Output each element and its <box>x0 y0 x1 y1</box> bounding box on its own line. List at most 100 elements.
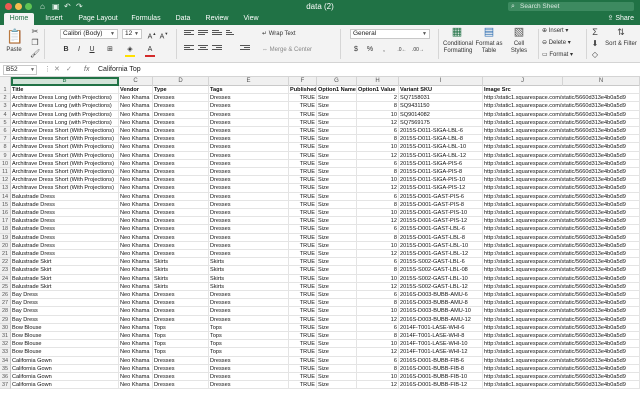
table-cell[interactable]: TRUE <box>289 217 317 226</box>
table-cell[interactable]: Neo Khama <box>119 159 153 168</box>
table-cell[interactable]: Balustrade Dress <box>11 241 119 250</box>
table-cell[interactable]: 8 <box>357 364 399 373</box>
table-cell[interactable]: 12 <box>357 184 399 193</box>
window-close-button[interactable] <box>5 3 12 10</box>
column-header-e[interactable]: E <box>209 77 289 86</box>
table-cell[interactable]: Size <box>317 282 357 291</box>
comma-button[interactable]: , <box>378 45 390 55</box>
font-color-icon[interactable]: A <box>144 45 156 55</box>
header-cell[interactable]: Type <box>153 86 209 95</box>
table-cell[interactable]: Neo Khama <box>119 94 153 103</box>
column-header-n[interactable]: N <box>563 77 640 86</box>
table-cell[interactable]: Dresses <box>153 233 209 242</box>
table-cell[interactable]: TRUE <box>289 258 317 267</box>
table-cell[interactable]: 6 <box>357 356 399 365</box>
row-number[interactable]: 15 <box>0 200 11 209</box>
table-cell[interactable]: Dresses <box>153 127 209 136</box>
row-number[interactable]: 34 <box>0 356 11 365</box>
name-box[interactable]: B52 ▼ <box>3 65 37 75</box>
table-cell[interactable]: Dresses <box>209 151 289 160</box>
table-cell[interactable]: Skirts <box>209 266 289 275</box>
table-cell[interactable]: Neo Khama <box>119 258 153 267</box>
table-cell[interactable]: 2015S-D001-GAST-PIS-6 <box>399 192 483 201</box>
table-cell[interactable]: Neo Khama <box>119 127 153 136</box>
table-cell[interactable]: TRUE <box>289 184 317 193</box>
table-cell[interactable]: Neo Khama <box>119 184 153 193</box>
table-cell[interactable]: Neo Khama <box>119 323 153 332</box>
table-cell[interactable]: TRUE <box>289 151 317 160</box>
table-cell[interactable]: 10 <box>357 209 399 218</box>
table-cell[interactable]: Dresses <box>153 200 209 209</box>
clipboard-icon[interactable]: 📋 <box>6 28 23 44</box>
table-cell[interactable]: Size <box>317 340 357 349</box>
column-header-b[interactable]: B <box>11 77 119 86</box>
conditional-formatting-button[interactable]: Conditional Formatting <box>440 41 476 55</box>
table-cell[interactable]: Dresses <box>153 110 209 119</box>
table-cell[interactable]: Dresses <box>209 94 289 103</box>
table-cell[interactable]: Size <box>317 332 357 341</box>
table-cell[interactable]: http://static1.squarespace.com/static/56… <box>483 110 640 119</box>
table-cell[interactable]: Dresses <box>153 176 209 185</box>
table-cell[interactable]: Dresses <box>209 381 289 390</box>
table-cell[interactable]: Dresses <box>209 356 289 365</box>
table-cell[interactable]: Size <box>317 258 357 267</box>
row-number[interactable]: 20 <box>0 241 11 250</box>
table-cell[interactable]: http://static1.squarespace.com/static/56… <box>483 266 640 275</box>
table-cell[interactable]: Dresses <box>153 291 209 300</box>
row-number[interactable]: 13 <box>0 184 11 193</box>
table-cell[interactable]: Size <box>317 356 357 365</box>
table-cell[interactable]: Neo Khama <box>119 217 153 226</box>
tab-formulas[interactable]: Formulas <box>126 13 166 25</box>
table-cell[interactable]: 2016S-D001-BUBB-FIB-6 <box>399 356 483 365</box>
table-cell[interactable]: TRUE <box>289 110 317 119</box>
table-cell[interactable]: TRUE <box>289 381 317 390</box>
table-cell[interactable]: Balustrade Dress <box>11 225 119 234</box>
header-cell[interactable]: Title <box>11 86 119 95</box>
table-cell[interactable]: Skirts <box>153 258 209 267</box>
table-cell[interactable]: Dresses <box>209 373 289 382</box>
table-cell[interactable]: 2015S-D001-GAST-LBL-10 <box>399 241 483 250</box>
table-cell[interactable]: 2016S-D003-BUBB-AMU-10 <box>399 307 483 316</box>
table-cell[interactable]: 2015S-D001-GAST-PIS-8 <box>399 200 483 209</box>
align-right-icon[interactable] <box>212 45 222 53</box>
row-number[interactable]: 9 <box>0 151 11 160</box>
table-cell[interactable]: TRUE <box>289 233 317 242</box>
paste-button[interactable]: Paste <box>2 47 26 54</box>
column-header-j[interactable]: J <box>483 77 563 86</box>
table-cell[interactable]: Bay Dress <box>11 315 119 324</box>
table-cell[interactable]: Size <box>317 135 357 144</box>
table-cell[interactable]: Dresses <box>153 159 209 168</box>
table-cell[interactable]: Skirts <box>153 282 209 291</box>
table-cell[interactable]: Neo Khama <box>119 274 153 283</box>
row-number[interactable]: 31 <box>0 332 11 341</box>
table-cell[interactable]: http://static1.squarespace.com/static/56… <box>483 209 640 218</box>
table-cell[interactable]: Dresses <box>153 184 209 193</box>
table-cell[interactable]: TRUE <box>289 94 317 103</box>
table-cell[interactable]: Tops <box>153 348 209 357</box>
row-number[interactable]: 18 <box>0 225 11 234</box>
table-cell[interactable]: http://static1.squarespace.com/static/56… <box>483 217 640 226</box>
table-cell[interactable]: Neo Khama <box>119 340 153 349</box>
table-cell[interactable]: TRUE <box>289 225 317 234</box>
table-cell[interactable]: 2016S-D003-BUBB-AMU-12 <box>399 315 483 324</box>
table-cell[interactable]: 10 <box>357 340 399 349</box>
font-size-select[interactable]: 12 ▼ <box>122 29 142 39</box>
table-cell[interactable]: Size <box>317 315 357 324</box>
table-cell[interactable]: Size <box>317 192 357 201</box>
table-cell[interactable]: 12 <box>357 250 399 259</box>
table-cell[interactable]: California Gown <box>11 356 119 365</box>
format-as-table-button[interactable]: Format as Table <box>474 41 504 55</box>
row-number[interactable]: 17 <box>0 217 11 226</box>
table-cell[interactable]: Tops <box>209 348 289 357</box>
search-sheet-input[interactable]: ⌕ Search Sheet <box>508 2 634 11</box>
table-cell[interactable]: TRUE <box>289 192 317 201</box>
table-cell[interactable]: Skirts <box>153 266 209 275</box>
window-minimize-button[interactable] <box>15 3 22 10</box>
table-cell[interactable]: http://static1.squarespace.com/static/56… <box>483 250 640 259</box>
row-number[interactable]: 30 <box>0 323 11 332</box>
table-cell[interactable]: http://static1.squarespace.com/static/56… <box>483 258 640 267</box>
tab-insert[interactable]: Insert <box>38 13 70 25</box>
table-cell[interactable]: TRUE <box>289 250 317 259</box>
table-cell[interactable]: http://static1.squarespace.com/static/56… <box>483 94 640 103</box>
table-cell[interactable]: Tops <box>209 340 289 349</box>
